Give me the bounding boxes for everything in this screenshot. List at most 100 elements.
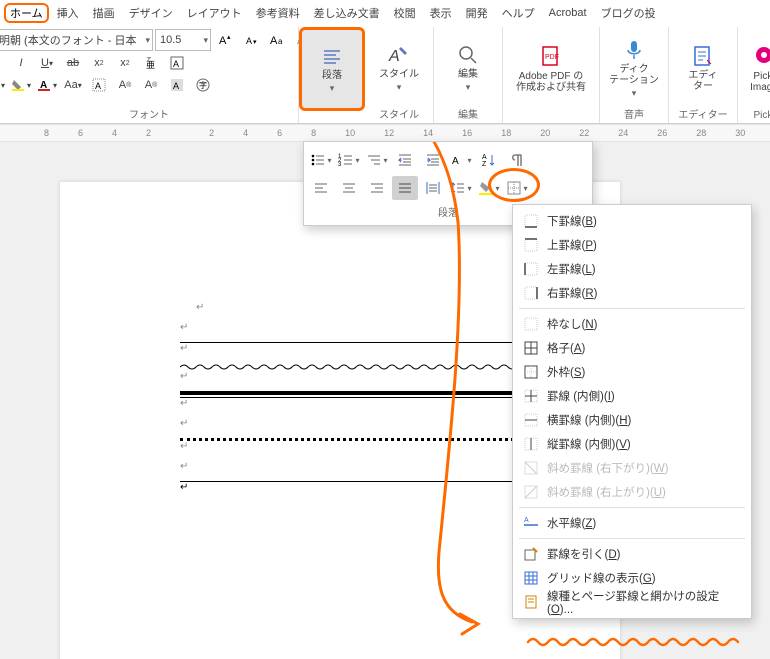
tab-review[interactable]: 校閲 — [388, 3, 422, 23]
tab-developer[interactable]: 開発 — [460, 3, 494, 23]
asian-layout-button[interactable]: A▾ — [448, 148, 474, 172]
ruby-button[interactable]: ア亜 — [139, 53, 163, 73]
menu-left-border[interactable]: 左罫線(L) — [513, 257, 751, 281]
svg-text:A: A — [173, 81, 179, 91]
svg-text:A: A — [246, 36, 252, 46]
styles-icon: A — [387, 43, 411, 67]
change-case-button[interactable]: Aa — [265, 30, 289, 50]
document-area: ▾ 123▾ ▾ A▾ AZ ▾ ▾ ▾ 段落 下罫線(B) 上罫線(P) — [0, 142, 770, 659]
paragraph-icon — [321, 46, 343, 68]
group-adobe: PDF Adobe PDF の作成および共有 署名を依頼 Adobe Acrob… — [503, 27, 600, 123]
grow-font-button[interactable]: A▴ — [213, 30, 237, 50]
pk-cap1: Picki — [753, 71, 770, 82]
superscript-button[interactable]: x2 — [113, 53, 137, 73]
svg-text:A: A — [270, 35, 278, 47]
editor-icon — [691, 44, 715, 68]
pickit-button[interactable]: PickiImage — [742, 29, 770, 107]
align-center-button[interactable] — [336, 176, 362, 200]
font-color-button[interactable]: A▾ — [35, 75, 59, 95]
menu-horizontal-line[interactable]: A水平線(Z) — [513, 511, 751, 535]
tab-draw[interactable]: 描画 — [87, 3, 121, 23]
dict-cap2: テーション — [609, 75, 659, 86]
text-effects-sub-button[interactable]: A® — [139, 75, 163, 95]
svg-text:▴: ▴ — [227, 34, 231, 41]
tab-layout[interactable]: レイアウト — [181, 3, 248, 23]
menu-inside-h-border[interactable]: 横罫線 (内側)(H) — [513, 408, 751, 432]
editor-button[interactable]: エディター — [673, 29, 733, 105]
dictate-button[interactable]: ディクテーション — [604, 29, 664, 105]
menu-draw-border[interactable]: 罫線を引く(D) — [513, 542, 751, 566]
paragraph-caption: 段落 — [322, 70, 342, 81]
borders-split-button[interactable]: ▾ — [504, 176, 530, 200]
decrease-indent-button[interactable] — [392, 148, 418, 172]
strikethrough-button[interactable]: ab — [61, 53, 85, 73]
ribbon-tabs: ホーム 挿入 描画 デザイン レイアウト 参考資料 差し込み文書 校閲 表示 開… — [0, 0, 770, 27]
enclose-circle-button[interactable]: 字 — [191, 75, 215, 95]
char-scale-button[interactable]: Aa▾ — [61, 75, 85, 95]
tab-insert[interactable]: 挿入 — [51, 3, 85, 23]
paragraph-dropdown-button[interactable]: 段落 — [299, 27, 365, 111]
tab-blog[interactable]: ブログの投 — [595, 3, 662, 23]
text-effects-sup-button[interactable]: A® — [113, 75, 137, 95]
tab-help[interactable]: ヘルプ — [496, 3, 541, 23]
edit-dropdown-button[interactable]: 編集 — [438, 29, 498, 105]
tab-view[interactable]: 表示 — [424, 3, 458, 23]
group-edit: 編集 編集 — [434, 27, 503, 123]
pdf-icon: PDF — [539, 45, 563, 69]
search-icon — [456, 43, 480, 67]
underline-button[interactable]: U▾ — [35, 53, 59, 73]
tab-references[interactable]: 参考資料 — [250, 3, 306, 23]
increase-indent-button[interactable] — [420, 148, 446, 172]
menu-all-borders[interactable]: 格子(A) — [513, 336, 751, 360]
tab-home[interactable]: ホーム — [4, 3, 49, 23]
menu-view-gridlines[interactable]: グリッド線の表示(G) — [513, 566, 751, 590]
char-border-button[interactable]: A — [87, 75, 111, 95]
line-spacing-button[interactable]: ▾ — [448, 176, 474, 200]
font-color-fill-button[interactable]: A▾ — [0, 75, 7, 95]
distribute-button[interactable] — [420, 176, 446, 200]
svg-text:A: A — [482, 154, 487, 161]
highlight-button[interactable]: ▾ — [9, 75, 33, 95]
menu-separator — [519, 308, 745, 309]
menu-inside-v-border[interactable]: 縦罫線 (内側)(V) — [513, 432, 751, 456]
styles-dropdown-button[interactable]: A スタイル — [369, 29, 429, 105]
align-left-button[interactable] — [308, 176, 334, 200]
bold-button[interactable]: B — [0, 53, 7, 73]
align-justify-button[interactable] — [392, 176, 418, 200]
tab-acrobat[interactable]: Acrobat — [543, 5, 593, 21]
font-name-select[interactable]: 游明朝 (本文のフォント - 日本 — [0, 29, 153, 51]
bullets-button[interactable]: ▾ — [308, 148, 334, 172]
chevron-down-icon — [466, 82, 471, 93]
menu-diag-up-border: 斜め罫線 (右上がり)(U) — [513, 480, 751, 504]
menu-top-border[interactable]: 上罫線(P) — [513, 233, 751, 257]
subscript-button[interactable]: x2 — [87, 53, 111, 73]
svg-text:A: A — [452, 156, 459, 167]
mic-icon — [622, 38, 646, 62]
italic-button[interactable]: I — [9, 53, 33, 73]
sort-button[interactable]: AZ — [476, 148, 502, 172]
adobe-create-pdf-button[interactable]: PDF Adobe PDF の作成および共有 — [507, 29, 595, 107]
menu-right-border[interactable]: 右罫線(R) — [513, 281, 751, 305]
multilevel-button[interactable]: ▾ — [364, 148, 390, 172]
svg-text:PDF: PDF — [545, 54, 559, 61]
shrink-font-button[interactable]: A▾ — [239, 30, 263, 50]
group-style: A スタイル スタイル — [365, 27, 434, 123]
enclose-char-button[interactable]: A — [165, 53, 189, 73]
align-right-button[interactable] — [364, 176, 390, 200]
sample-border-wave — [180, 363, 520, 371]
font-size-select[interactable]: 10.5 — [155, 29, 211, 51]
menu-bottom-border[interactable]: 下罫線(B) — [513, 209, 751, 233]
edit-caption: 編集 — [458, 69, 478, 80]
menu-outside-border[interactable]: 外枠(S) — [513, 360, 751, 384]
tab-mailings[interactable]: 差し込み文書 — [308, 3, 386, 23]
menu-no-border[interactable]: 枠なし(N) — [513, 312, 751, 336]
menu-inside-borders[interactable]: 罫線 (内側)(I) — [513, 384, 751, 408]
horizontal-ruler[interactable]: 8642246810121416182022242628303234363840… — [0, 124, 770, 142]
menu-borders-and-shading[interactable]: 線種とページ罫線と網かけの設定(O)... — [513, 590, 751, 614]
char-shading-button[interactable]: A — [165, 75, 189, 95]
group-paragraph: 段落 — [299, 27, 365, 123]
numbering-button[interactable]: 123▾ — [336, 148, 362, 172]
tab-design[interactable]: デザイン — [123, 3, 179, 23]
svg-text:A: A — [95, 81, 101, 91]
group-label-style: スタイル — [369, 105, 429, 123]
